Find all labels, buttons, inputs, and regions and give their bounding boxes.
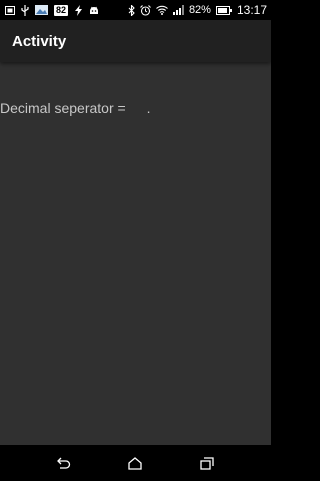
flash-icon bbox=[74, 4, 83, 16]
image-icon bbox=[35, 5, 48, 15]
recents-icon[interactable] bbox=[199, 455, 215, 471]
app-title: Activity bbox=[12, 32, 67, 50]
alarm-icon bbox=[140, 4, 151, 16]
battery-percent: 82% bbox=[188, 4, 211, 16]
decimal-separator-value: . bbox=[146, 100, 151, 116]
battery-icon bbox=[215, 5, 232, 15]
wifi-icon bbox=[156, 5, 168, 15]
notification-badge: 82 bbox=[54, 4, 69, 16]
status-bar-left: 82 bbox=[0, 4, 99, 16]
content-area: Decimal seperator = . bbox=[0, 62, 271, 445]
home-icon[interactable] bbox=[127, 455, 143, 471]
android-icon bbox=[89, 5, 99, 15]
signal-icon bbox=[172, 5, 184, 15]
status-bar-right: 82% 13:17 bbox=[128, 3, 271, 17]
screen: 82 82% 13:17 Activity Decimal seperator … bbox=[0, 0, 271, 481]
usb-icon bbox=[21, 4, 29, 16]
bluetooth-icon bbox=[128, 4, 135, 16]
app-bar: Activity bbox=[0, 20, 271, 62]
decimal-separator-row: Decimal seperator = . bbox=[0, 100, 151, 116]
status-bar: 82 82% 13:17 bbox=[0, 0, 271, 20]
back-icon[interactable] bbox=[56, 455, 72, 471]
sim-icon bbox=[5, 5, 15, 15]
status-time: 13:17 bbox=[236, 3, 267, 17]
decimal-separator-label: Decimal seperator = bbox=[0, 100, 126, 116]
navigation-bar bbox=[0, 445, 271, 481]
